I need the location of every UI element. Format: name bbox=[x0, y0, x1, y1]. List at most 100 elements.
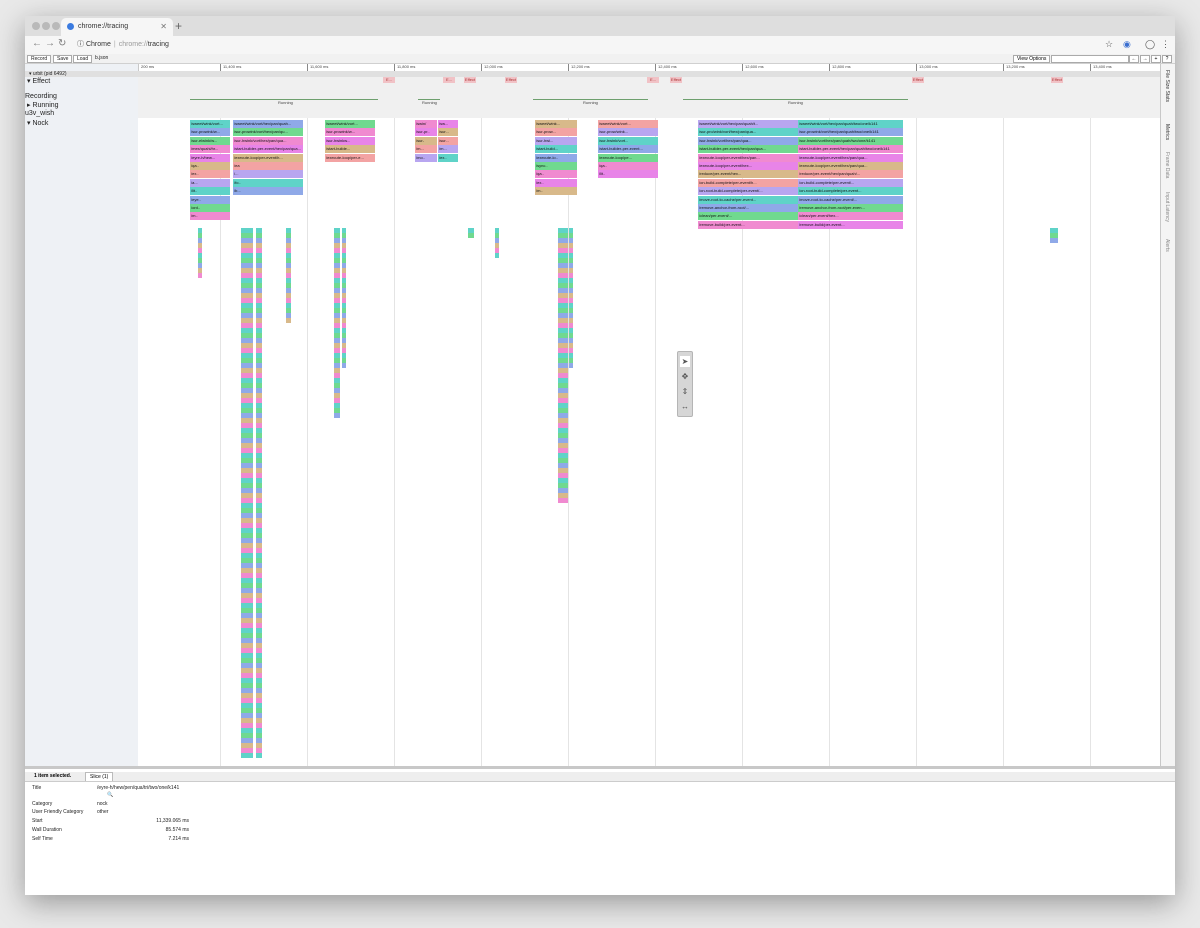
nock-slice[interactable]: /start-builder-per-event/hex/pan/quah/tw… bbox=[798, 145, 903, 154]
nock-slice[interactable]: /sweet/wink/vort... bbox=[325, 120, 375, 128]
nock-slice[interactable]: /lit.. bbox=[190, 187, 230, 196]
nock-slice[interactable]: /execute-loop/pe... bbox=[598, 153, 658, 162]
nock-slice[interactable]: /execute-loop/per-event/hex... bbox=[698, 162, 798, 170]
magnify-icon[interactable]: 🔍 bbox=[107, 792, 113, 798]
nock-slice[interactable]: /start-builder-per-event/hex/pan/qua... bbox=[233, 145, 303, 154]
nock-slice[interactable]: /m.. bbox=[190, 212, 230, 221]
nock-slice[interactable]: /sur-hwi... bbox=[535, 136, 577, 145]
nock-slice[interactable]: /eyre-h/hew... bbox=[190, 153, 230, 162]
nock-slice[interactable]: /sur-hwinkw... bbox=[325, 136, 375, 145]
nock-slice[interactable]: /sweet/wink/vort/hex/pan/quah/two/one/k1… bbox=[798, 120, 903, 128]
nock-slice[interactable]: /sur-prow... bbox=[535, 128, 577, 137]
tab-file-size-stats[interactable]: File Size Stats bbox=[1164, 70, 1170, 102]
effect-slice[interactable]: Effect bbox=[1051, 77, 1063, 83]
selection-tool-icon[interactable]: ➤ bbox=[680, 356, 690, 367]
pan-tool-icon[interactable]: ✥ bbox=[680, 371, 690, 382]
nock-slice[interactable]: /on-build-complete/per-event/... bbox=[798, 178, 903, 187]
nock-slice[interactable]: /ex.. bbox=[535, 178, 577, 187]
close-window-button[interactable] bbox=[32, 22, 40, 30]
nock-slice[interactable]: /eye.. bbox=[190, 195, 230, 204]
nock-slice[interactable]: /execute-loop/per-event/hex/pan... bbox=[698, 153, 798, 162]
bookmark-star-icon[interactable]: ☆ bbox=[1105, 39, 1113, 50]
nock-slice[interactable]: /sur-elwink/w... bbox=[190, 136, 230, 145]
nock-slice[interactable]: /... bbox=[233, 170, 303, 179]
track-running[interactable]: ▸ Running bbox=[27, 101, 59, 109]
nock-slice[interactable]: /sur-pr.. bbox=[415, 128, 437, 137]
reload-icon[interactable]: ↻ bbox=[58, 38, 66, 49]
nock-slice[interactable]: /start-builder-per-event/hex/pan/qua... bbox=[698, 145, 798, 154]
nock-slice[interactable]: /on-root-build-complete/per-event/... bbox=[698, 187, 798, 196]
next-match-button[interactable]: → bbox=[1140, 55, 1150, 63]
nock-slice[interactable]: /sweet/wink/vort/hex/pan/quah... bbox=[233, 120, 303, 128]
detail-title-value[interactable]: /eyre-h/hew/pen/qua/tri/two/one/k141 bbox=[97, 785, 179, 791]
prev-match-button[interactable]: ← bbox=[1129, 55, 1139, 63]
nock-slice[interactable]: /qa.. bbox=[535, 170, 577, 179]
nock-slice[interactable]: /sur... bbox=[438, 128, 458, 137]
close-tab-icon[interactable]: ✕ bbox=[160, 22, 167, 31]
help-button[interactable]: ? bbox=[1162, 55, 1172, 63]
nock-slice[interactable]: /clean/per-event/hex... bbox=[798, 212, 903, 221]
nock-slice[interactable]: /sur- bbox=[415, 136, 437, 145]
nock-slice[interactable]: /sweet/wink... bbox=[535, 120, 577, 128]
nock-slice[interactable]: /a... bbox=[190, 178, 230, 187]
timing-tool-icon[interactable]: ↔ bbox=[680, 401, 690, 412]
nock-slice[interactable]: /reduce/per-event/hex... bbox=[698, 170, 798, 179]
view-options-button[interactable]: View Options bbox=[1013, 55, 1051, 63]
nock-slice[interactable]: /m.. bbox=[535, 187, 577, 196]
track-effect[interactable]: ▾ Effect bbox=[27, 77, 50, 85]
nock-slice[interactable]: /move-root-to-cache/per-event/... bbox=[798, 195, 903, 204]
nock-slice[interactable]: /execute-loop/per-event/h... bbox=[233, 153, 303, 162]
nock-slice[interactable]: /m... bbox=[438, 145, 458, 154]
nock-slice[interactable]: /execute-loop/per-event/hex/pan/qua... bbox=[798, 153, 903, 162]
nock-slice[interactable]: /b... bbox=[233, 187, 303, 196]
nock-stack[interactable] bbox=[241, 228, 253, 758]
nock-slice[interactable]: /sweet/wink/vort... bbox=[190, 120, 230, 128]
nock-slice[interactable]: /start-build... bbox=[535, 145, 577, 154]
nock-slice[interactable]: /sur-prow/wink... bbox=[598, 128, 658, 137]
search-input[interactable] bbox=[1051, 55, 1129, 63]
nock-slice[interactable]: /execute-lo.. bbox=[535, 153, 577, 162]
browser-tab[interactable]: chrome://tracing ✕ bbox=[61, 18, 173, 36]
nock-slice[interactable]: /sweet/wink/vort... bbox=[598, 120, 658, 128]
tab-input-latency[interactable]: Input Latency bbox=[1164, 192, 1170, 222]
nock-slice[interactable]: /remove-anchor-from-root/... bbox=[698, 204, 798, 212]
zoom-window-button[interactable] bbox=[52, 22, 60, 30]
nock-slice[interactable]: /mo.. bbox=[415, 153, 437, 162]
nock-slice[interactable]: /ea bbox=[233, 162, 303, 170]
effect-slice[interactable]: Effect bbox=[464, 77, 476, 83]
nock-slice[interactable]: /sync.. bbox=[535, 162, 577, 170]
load-button[interactable]: Load bbox=[73, 55, 93, 63]
nock-stack[interactable] bbox=[495, 228, 499, 258]
nock-slice[interactable]: /swin/ bbox=[415, 120, 437, 128]
nock-stack[interactable] bbox=[342, 228, 346, 368]
nock-slice[interactable]: /sur... bbox=[438, 136, 458, 145]
tab-slice[interactable]: Slice (1) bbox=[85, 772, 114, 781]
nock-slice[interactable]: /sur-prowink/vort/hex/pan/qu... bbox=[233, 128, 303, 137]
nock-slice[interactable]: /mex/quahi/hr... bbox=[190, 145, 230, 154]
nock-slice[interactable]: /sur-hwink/vort... bbox=[598, 136, 658, 145]
nock-flame-chart[interactable]: /sweet/wink/vort.../sur-prowink/w.../sur… bbox=[138, 118, 1160, 766]
nock-slice[interactable]: /sur-hwink/vort/hex/pan/qua... bbox=[233, 136, 303, 145]
effect-slice[interactable]: E... bbox=[383, 77, 395, 83]
nock-slice[interactable]: /reduce/per-event/hex/pan/quah/... bbox=[798, 170, 903, 179]
profile-avatar-icon[interactable]: ◯ bbox=[1145, 39, 1155, 50]
forward-arrow-icon[interactable]: → bbox=[45, 38, 55, 49]
nock-slice[interactable]: /lit.. bbox=[598, 170, 658, 179]
url-field[interactable]: ⓘ Chrome | chrome://tracing bbox=[77, 39, 169, 49]
nock-slice[interactable]: /ex.. bbox=[190, 170, 230, 179]
nock-slice[interactable]: /sw... bbox=[438, 120, 458, 128]
zoom-tool-icon[interactable]: ⇕ bbox=[680, 386, 690, 397]
extension-icon[interactable]: ◉ bbox=[1123, 39, 1131, 50]
nock-stack[interactable] bbox=[198, 228, 202, 278]
effect-slice[interactable]: E... bbox=[443, 77, 455, 83]
nock-slice[interactable]: /m... bbox=[415, 145, 437, 154]
nock-slice[interactable]: /remove-build/per-event... bbox=[798, 220, 903, 229]
nock-slice[interactable]: /sur-prowink/vort/hex/pan/quah/two/one/k… bbox=[798, 128, 903, 137]
new-tab-button[interactable]: + bbox=[175, 19, 182, 33]
tab-metrics[interactable]: Metrics bbox=[1164, 124, 1170, 140]
nock-slice[interactable]: /qa.. bbox=[598, 162, 658, 170]
nock-stack[interactable] bbox=[334, 228, 340, 418]
nock-stack[interactable] bbox=[468, 228, 474, 238]
nock-slice[interactable]: /clean/per-event/... bbox=[698, 212, 798, 221]
nock-stack[interactable] bbox=[558, 228, 568, 503]
